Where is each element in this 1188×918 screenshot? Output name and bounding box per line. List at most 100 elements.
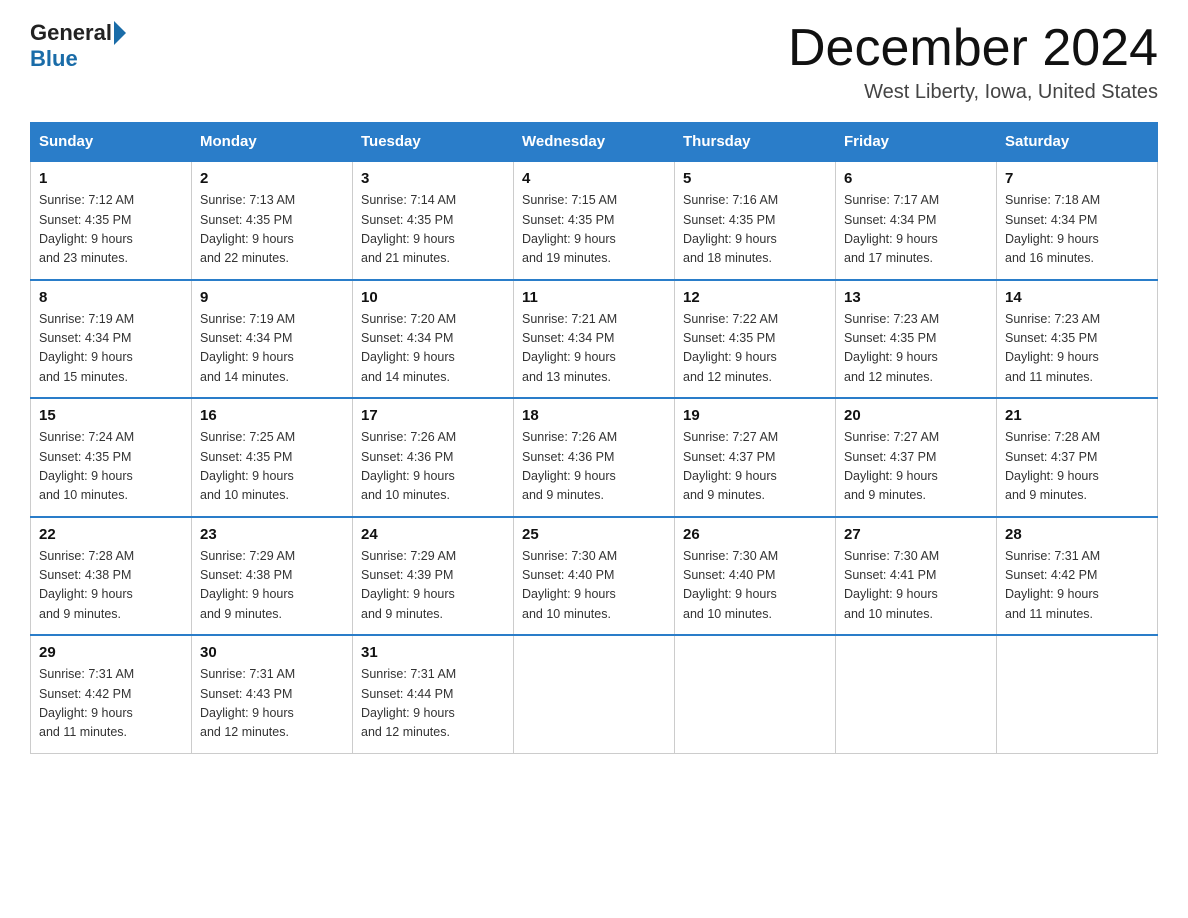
- table-row: 30 Sunrise: 7:31 AMSunset: 4:43 PMDaylig…: [192, 635, 353, 753]
- table-row: 20 Sunrise: 7:27 AMSunset: 4:37 PMDaylig…: [836, 398, 997, 517]
- day-number: 10: [361, 289, 505, 306]
- day-info: Sunrise: 7:19 AMSunset: 4:34 PMDaylight:…: [200, 310, 344, 388]
- day-info: Sunrise: 7:24 AMSunset: 4:35 PMDaylight:…: [39, 428, 183, 506]
- day-info: Sunrise: 7:26 AMSunset: 4:36 PMDaylight:…: [361, 428, 505, 506]
- header-wednesday: Wednesday: [514, 123, 675, 162]
- day-info: Sunrise: 7:20 AMSunset: 4:34 PMDaylight:…: [361, 310, 505, 388]
- day-number: 6: [844, 170, 988, 187]
- table-row: 16 Sunrise: 7:25 AMSunset: 4:35 PMDaylig…: [192, 398, 353, 517]
- logo-general-text: General: [30, 20, 112, 46]
- day-info: Sunrise: 7:27 AMSunset: 4:37 PMDaylight:…: [683, 428, 827, 506]
- table-row: 31 Sunrise: 7:31 AMSunset: 4:44 PMDaylig…: [353, 635, 514, 753]
- day-info: Sunrise: 7:31 AMSunset: 4:42 PMDaylight:…: [1005, 547, 1149, 625]
- day-info: Sunrise: 7:29 AMSunset: 4:38 PMDaylight:…: [200, 547, 344, 625]
- day-number: 17: [361, 407, 505, 424]
- day-info: Sunrise: 7:17 AMSunset: 4:34 PMDaylight:…: [844, 191, 988, 269]
- day-number: 20: [844, 407, 988, 424]
- day-info: Sunrise: 7:28 AMSunset: 4:37 PMDaylight:…: [1005, 428, 1149, 506]
- table-row: 25 Sunrise: 7:30 AMSunset: 4:40 PMDaylig…: [514, 517, 675, 636]
- day-number: 1: [39, 170, 183, 187]
- table-row: [997, 635, 1158, 753]
- table-row: 23 Sunrise: 7:29 AMSunset: 4:38 PMDaylig…: [192, 517, 353, 636]
- table-row: 10 Sunrise: 7:20 AMSunset: 4:34 PMDaylig…: [353, 280, 514, 399]
- header-sunday: Sunday: [31, 123, 192, 162]
- day-number: 30: [200, 644, 344, 661]
- table-row: 2 Sunrise: 7:13 AMSunset: 4:35 PMDayligh…: [192, 161, 353, 280]
- calendar-table: Sunday Monday Tuesday Wednesday Thursday…: [30, 122, 1158, 754]
- day-info: Sunrise: 7:15 AMSunset: 4:35 PMDaylight:…: [522, 191, 666, 269]
- day-info: Sunrise: 7:31 AMSunset: 4:42 PMDaylight:…: [39, 665, 183, 743]
- day-number: 15: [39, 407, 183, 424]
- weekday-header-row: Sunday Monday Tuesday Wednesday Thursday…: [31, 123, 1158, 162]
- day-number: 21: [1005, 407, 1149, 424]
- day-info: Sunrise: 7:25 AMSunset: 4:35 PMDaylight:…: [200, 428, 344, 506]
- day-info: Sunrise: 7:31 AMSunset: 4:44 PMDaylight:…: [361, 665, 505, 743]
- header-saturday: Saturday: [997, 123, 1158, 162]
- table-row: 9 Sunrise: 7:19 AMSunset: 4:34 PMDayligh…: [192, 280, 353, 399]
- day-info: Sunrise: 7:31 AMSunset: 4:43 PMDaylight:…: [200, 665, 344, 743]
- day-info: Sunrise: 7:30 AMSunset: 4:40 PMDaylight:…: [683, 547, 827, 625]
- day-info: Sunrise: 7:27 AMSunset: 4:37 PMDaylight:…: [844, 428, 988, 506]
- day-number: 22: [39, 526, 183, 543]
- table-row: 4 Sunrise: 7:15 AMSunset: 4:35 PMDayligh…: [514, 161, 675, 280]
- table-row: 1 Sunrise: 7:12 AMSunset: 4:35 PMDayligh…: [31, 161, 192, 280]
- day-number: 31: [361, 644, 505, 661]
- day-number: 7: [1005, 170, 1149, 187]
- day-number: 9: [200, 289, 344, 306]
- day-number: 25: [522, 526, 666, 543]
- day-info: Sunrise: 7:23 AMSunset: 4:35 PMDaylight:…: [844, 310, 988, 388]
- logo-area: General Blue: [30, 20, 128, 72]
- logo-blue-text: Blue: [30, 46, 78, 72]
- day-number: 18: [522, 407, 666, 424]
- header-tuesday: Tuesday: [353, 123, 514, 162]
- day-number: 29: [39, 644, 183, 661]
- table-row: 19 Sunrise: 7:27 AMSunset: 4:37 PMDaylig…: [675, 398, 836, 517]
- calendar-week-row: 8 Sunrise: 7:19 AMSunset: 4:34 PMDayligh…: [31, 280, 1158, 399]
- day-info: Sunrise: 7:14 AMSunset: 4:35 PMDaylight:…: [361, 191, 505, 269]
- day-number: 11: [522, 289, 666, 306]
- header-thursday: Thursday: [675, 123, 836, 162]
- day-info: Sunrise: 7:13 AMSunset: 4:35 PMDaylight:…: [200, 191, 344, 269]
- calendar-week-row: 22 Sunrise: 7:28 AMSunset: 4:38 PMDaylig…: [31, 517, 1158, 636]
- header-friday: Friday: [836, 123, 997, 162]
- table-row: 7 Sunrise: 7:18 AMSunset: 4:34 PMDayligh…: [997, 161, 1158, 280]
- table-row: 21 Sunrise: 7:28 AMSunset: 4:37 PMDaylig…: [997, 398, 1158, 517]
- table-row: 28 Sunrise: 7:31 AMSunset: 4:42 PMDaylig…: [997, 517, 1158, 636]
- day-number: 19: [683, 407, 827, 424]
- day-number: 27: [844, 526, 988, 543]
- day-info: Sunrise: 7:16 AMSunset: 4:35 PMDaylight:…: [683, 191, 827, 269]
- day-info: Sunrise: 7:30 AMSunset: 4:40 PMDaylight:…: [522, 547, 666, 625]
- table-row: 24 Sunrise: 7:29 AMSunset: 4:39 PMDaylig…: [353, 517, 514, 636]
- day-info: Sunrise: 7:23 AMSunset: 4:35 PMDaylight:…: [1005, 310, 1149, 388]
- day-number: 4: [522, 170, 666, 187]
- table-row: 17 Sunrise: 7:26 AMSunset: 4:36 PMDaylig…: [353, 398, 514, 517]
- calendar-title: December 2024: [788, 20, 1158, 77]
- day-number: 24: [361, 526, 505, 543]
- table-row: 18 Sunrise: 7:26 AMSunset: 4:36 PMDaylig…: [514, 398, 675, 517]
- day-number: 8: [39, 289, 183, 306]
- day-number: 28: [1005, 526, 1149, 543]
- table-row: 26 Sunrise: 7:30 AMSunset: 4:40 PMDaylig…: [675, 517, 836, 636]
- calendar-subtitle: West Liberty, Iowa, United States: [788, 81, 1158, 104]
- table-row: 27 Sunrise: 7:30 AMSunset: 4:41 PMDaylig…: [836, 517, 997, 636]
- day-number: 16: [200, 407, 344, 424]
- day-number: 23: [200, 526, 344, 543]
- day-number: 3: [361, 170, 505, 187]
- day-info: Sunrise: 7:22 AMSunset: 4:35 PMDaylight:…: [683, 310, 827, 388]
- day-info: Sunrise: 7:30 AMSunset: 4:41 PMDaylight:…: [844, 547, 988, 625]
- table-row: 22 Sunrise: 7:28 AMSunset: 4:38 PMDaylig…: [31, 517, 192, 636]
- table-row: 12 Sunrise: 7:22 AMSunset: 4:35 PMDaylig…: [675, 280, 836, 399]
- table-row: 14 Sunrise: 7:23 AMSunset: 4:35 PMDaylig…: [997, 280, 1158, 399]
- day-info: Sunrise: 7:19 AMSunset: 4:34 PMDaylight:…: [39, 310, 183, 388]
- table-row: 6 Sunrise: 7:17 AMSunset: 4:34 PMDayligh…: [836, 161, 997, 280]
- header: General Blue December 2024 West Liberty,…: [30, 20, 1158, 104]
- table-row: [675, 635, 836, 753]
- day-number: 14: [1005, 289, 1149, 306]
- day-info: Sunrise: 7:26 AMSunset: 4:36 PMDaylight:…: [522, 428, 666, 506]
- table-row: 11 Sunrise: 7:21 AMSunset: 4:34 PMDaylig…: [514, 280, 675, 399]
- table-row: 13 Sunrise: 7:23 AMSunset: 4:35 PMDaylig…: [836, 280, 997, 399]
- day-number: 2: [200, 170, 344, 187]
- day-info: Sunrise: 7:18 AMSunset: 4:34 PMDaylight:…: [1005, 191, 1149, 269]
- table-row: [514, 635, 675, 753]
- day-number: 5: [683, 170, 827, 187]
